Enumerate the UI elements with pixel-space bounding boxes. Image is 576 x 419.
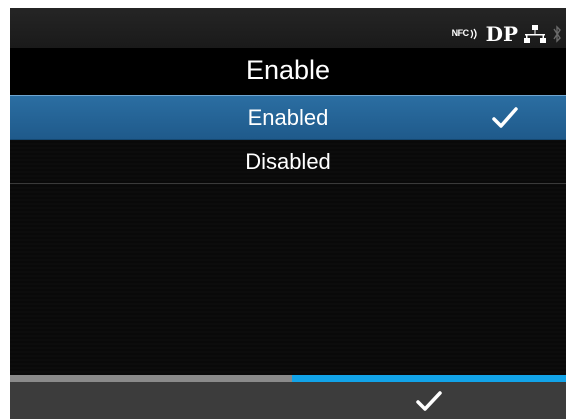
softkey-left-button[interactable]	[10, 375, 292, 419]
confirm-button[interactable]	[292, 375, 566, 419]
status-bar: NFC DP	[10, 8, 566, 48]
option-label: Disabled	[245, 149, 331, 174]
printer-screen: NFC DP Enable Enabled Disabled	[10, 8, 566, 419]
network-icon	[524, 24, 546, 44]
status-icons: NFC DP	[452, 22, 562, 46]
check-icon	[492, 107, 518, 128]
dp-icon: DP	[485, 22, 518, 46]
page-title: Enable	[245, 55, 331, 85]
check-icon	[416, 391, 442, 411]
softkey-bar	[10, 375, 566, 419]
option-list: Enabled Disabled	[10, 95, 566, 184]
softkey-right-indicator	[292, 375, 566, 382]
nfc-icon: NFC	[452, 28, 480, 40]
option-enabled[interactable]: Enabled	[10, 95, 566, 140]
option-label: Enabled	[247, 105, 329, 130]
softkey-left-indicator	[10, 375, 292, 382]
option-disabled[interactable]: Disabled	[10, 140, 566, 184]
bluetooth-icon	[552, 24, 562, 44]
